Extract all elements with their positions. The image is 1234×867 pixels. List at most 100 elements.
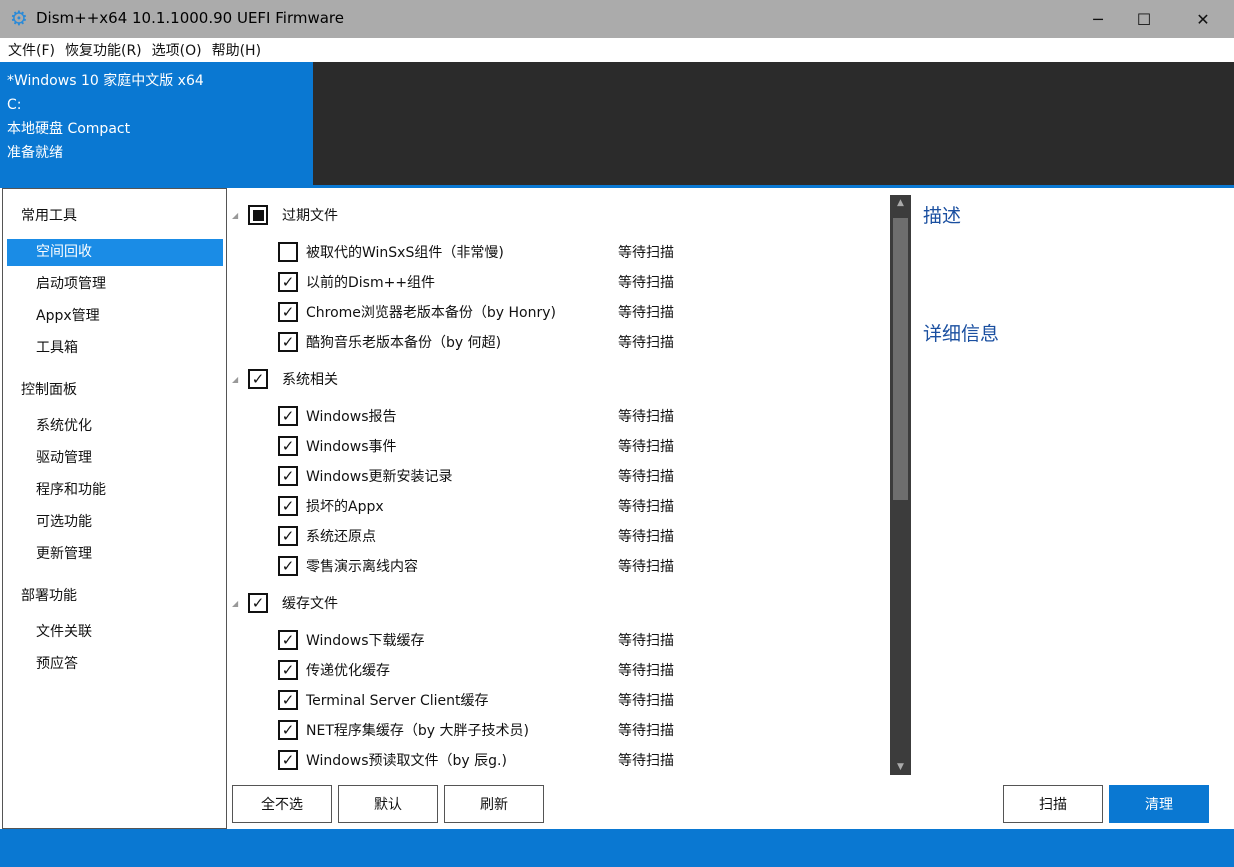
sidebar-item-space-cleanup[interactable]: 空间回收 [7,239,223,266]
item-label: Windows预读取文件（by 辰g.) [306,750,618,770]
list-item[interactable]: ✓以前的Dism++组件等待扫描 [278,270,698,294]
image-info-panel[interactable]: *Windows 10 家庭中文版 x64 C: 本地硬盘 Compact 准备… [0,62,313,186]
list-item[interactable]: ✓传递优化缓存等待扫描 [278,658,698,682]
menu-options[interactable]: 选项(O) [152,40,202,60]
item-checkbox[interactable]: ✓ [278,332,298,352]
item-status: 等待扫描 [618,406,674,426]
item-label: Windows更新安装记录 [306,466,618,486]
item-checkbox[interactable]: ✓ [278,302,298,322]
sidebar-section-deploy: 部署功能 [21,585,77,605]
menu-help[interactable]: 帮助(H) [212,40,261,60]
item-status: 等待扫描 [618,332,674,352]
item-label: Chrome浏览器老版本备份（by Honry) [306,302,618,322]
list-item[interactable]: ✓Windows报告等待扫描 [278,404,698,428]
group-label: 过期文件 [282,205,338,225]
item-label: 酷狗音乐老版本备份（by 何超) [306,332,618,352]
status-text: 准备就绪 [7,143,313,167]
group-header[interactable]: ◢ 过期文件 [232,203,338,227]
collapse-triangle-icon[interactable]: ◢ [232,599,242,608]
group-header[interactable]: ◢ ✓ 系统相关 [232,367,338,391]
sidebar-item-updates[interactable]: 更新管理 [7,541,223,568]
list-item[interactable]: ✓ 系统还原点等待扫描 [278,524,698,548]
minimize-button[interactable]: ─ [1075,0,1121,38]
list-item[interactable]: ✓ 损坏的Appx等待扫描 [278,494,698,518]
item-status: 等待扫描 [618,690,674,710]
item-checkbox[interactable]: ✓ [278,720,298,740]
deselect-all-button[interactable]: 全不选 [232,785,332,823]
item-checkbox[interactable]: ✓ [278,690,298,710]
list-item[interactable]: ✓ Windows下载缓存等待扫描 [278,628,698,652]
refresh-button[interactable]: 刷新 [444,785,544,823]
menu-restore[interactable]: 恢复功能(R) [65,40,142,60]
list-item[interactable]: ✓ 酷狗音乐老版本备份（by 何超)等待扫描 [278,330,698,354]
group-header[interactable]: ◢ ✓ 缓存文件 [232,591,338,615]
group-label: 缓存文件 [282,593,338,613]
gear-icon: ⚙ [10,8,28,28]
sidebar-item-features[interactable]: 可选功能 [7,509,223,536]
item-checkbox[interactable]: ✓ [278,272,298,292]
list-item[interactable]: ✓零售演示离线内容等待扫描 [278,554,698,578]
sidebar-item-startup[interactable]: 启动项管理 [7,271,223,298]
sidebar-item-optimize[interactable]: 系统优化 [7,413,223,440]
window-title: Dism++x64 10.1.1000.90 UEFI Firmware [36,9,344,27]
sidebar-item-programs[interactable]: 程序和功能 [7,477,223,504]
sidebar-item-file-assoc[interactable]: 文件关联 [7,619,223,646]
item-checkbox[interactable]: ✓ [278,496,298,516]
default-button[interactable]: 默认 [338,785,438,823]
item-label: Windows下载缓存 [306,630,618,650]
close-button[interactable]: ✕ [1180,0,1226,38]
list-item[interactable]: ✓ NET程序集缓存（by 大胖子技术员)等待扫描 [278,718,698,742]
list-item[interactable]: ✓Terminal Server Client缓存等待扫描 [278,688,698,712]
clean-button[interactable]: 清理 [1109,785,1209,823]
sidebar-item-answer-file[interactable]: 预应答 [7,651,223,678]
item-checkbox[interactable]: ✓ [278,630,298,650]
list-item[interactable]: ✓ Windows更新安装记录等待扫描 [278,464,698,488]
item-label: Windows事件 [306,436,618,456]
list-item[interactable]: 被取代的WinSxS组件（非常慢)等待扫描 [278,240,698,264]
description-heading: 描述 [923,201,961,228]
menu-file[interactable]: 文件(F) [8,40,55,60]
sidebar: 常用工具 空间回收 启动项管理 Appx管理 工具箱 控制面板 系统优化 驱动管… [2,188,227,829]
scroll-down-icon[interactable]: ▼ [890,762,911,772]
item-checkbox[interactable]: ✓ [278,406,298,426]
item-label: 损坏的Appx [306,496,618,516]
item-checkbox[interactable]: ✓ [278,750,298,770]
group-checkbox[interactable] [248,205,268,225]
item-label: 被取代的WinSxS组件（非常慢) [306,242,618,262]
item-label: NET程序集缓存（by 大胖子技术员) [306,720,618,740]
status-bar [0,829,1234,867]
item-checkbox[interactable] [278,242,298,262]
item-status: 等待扫描 [618,526,674,546]
maximize-button[interactable]: ☐ [1121,0,1167,38]
item-status: 等待扫描 [618,496,674,516]
item-status: 等待扫描 [618,272,674,292]
item-checkbox[interactable]: ✓ [278,556,298,576]
item-label: 系统还原点 [306,526,618,546]
group-label: 系统相关 [282,369,338,389]
item-checkbox[interactable]: ✓ [278,436,298,456]
menu-bar: 文件(F) 恢复功能(R) 选项(O) 帮助(H) [0,38,1234,62]
item-status: 等待扫描 [618,302,674,322]
scrollbar-thumb[interactable] [893,218,908,500]
collapse-triangle-icon[interactable]: ◢ [232,375,242,384]
group-checkbox[interactable]: ✓ [248,369,268,389]
item-status: 等待扫描 [618,720,674,740]
list-item[interactable]: ✓Windows事件等待扫描 [278,434,698,458]
item-checkbox[interactable]: ✓ [278,466,298,486]
sidebar-item-toolbox[interactable]: 工具箱 [7,335,223,362]
list-item[interactable]: ✓Windows预读取文件（by 辰g.)等待扫描 [278,748,698,772]
group-checkbox[interactable]: ✓ [248,593,268,613]
disk-type: 本地硬盘 Compact [7,119,313,143]
item-status: 等待扫描 [618,466,674,486]
sidebar-section-common-tools: 常用工具 [21,205,77,225]
scroll-up-icon[interactable]: ▲ [890,198,911,208]
sidebar-section-control-panel: 控制面板 [21,379,77,399]
sidebar-item-appx[interactable]: Appx管理 [7,303,223,330]
item-checkbox[interactable]: ✓ [278,660,298,680]
item-checkbox[interactable]: ✓ [278,526,298,546]
collapse-triangle-icon[interactable]: ◢ [232,211,242,220]
item-status: 等待扫描 [618,630,674,650]
list-item[interactable]: ✓ Chrome浏览器老版本备份（by Honry)等待扫描 [278,300,698,324]
scan-button[interactable]: 扫描 [1003,785,1103,823]
sidebar-item-drivers[interactable]: 驱动管理 [7,445,223,472]
